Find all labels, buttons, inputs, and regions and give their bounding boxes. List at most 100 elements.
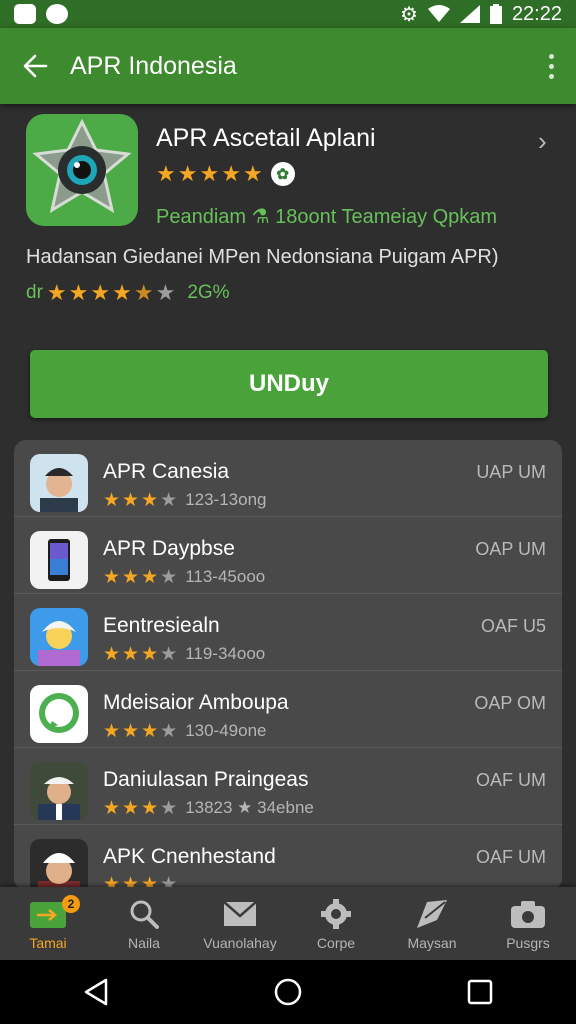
nav-tab-mail[interactable]: Vuanolahay xyxy=(192,887,288,960)
app-name: APR Ascetail Aplani xyxy=(156,124,376,152)
nav-tab-camera[interactable]: Pusgrs xyxy=(480,887,576,960)
list-item[interactable]: Daniulasan Praingeas ★ ★ ★ ★ 13823 ★ 34ebne… xyxy=(14,748,562,825)
person-hat-icon xyxy=(30,762,88,820)
star-empty-icon: ★ xyxy=(160,489,178,511)
list-item-status: OAF U5 xyxy=(480,616,546,636)
list-item-title: APR Canesia xyxy=(103,460,230,483)
nav-label: Vuanolahay xyxy=(203,934,277,951)
circle-home-icon xyxy=(274,978,302,1006)
star-empty-icon: ★ xyxy=(160,643,178,665)
star-empty-icon: ★ xyxy=(155,280,176,305)
star-icon: ★ xyxy=(141,720,159,742)
star-empty-icon: ★ xyxy=(160,797,178,819)
person-white-cap-icon xyxy=(30,839,88,890)
back-button[interactable] xyxy=(0,28,70,104)
gear-icon xyxy=(316,897,356,931)
star-icon: ★ xyxy=(141,566,159,588)
rating-percent: 2G% xyxy=(187,282,230,303)
star-icon: ★ xyxy=(122,566,140,588)
nav-label: Pusgrs xyxy=(506,934,550,951)
app-rating-stars: ★ ★ ★ ★ ★ ✿ xyxy=(156,162,295,186)
star-icon: ★ xyxy=(122,643,140,665)
mail-icon xyxy=(220,897,260,931)
star-icon: ★ xyxy=(103,720,121,742)
triangle-back-icon xyxy=(84,978,108,1006)
notification-clock-icon xyxy=(46,4,68,24)
nav-label: Tamai xyxy=(29,934,67,951)
person-cap-icon xyxy=(30,454,88,512)
star-icon: ★ xyxy=(141,643,159,665)
camera-icon xyxy=(508,897,548,931)
star-icon: ★ xyxy=(122,797,140,819)
nav-tab-maysan[interactable]: Maysan xyxy=(384,887,480,960)
nav-tab-home[interactable]: 2 Tamai xyxy=(0,887,96,960)
list-item-title: APK Cnenhestand xyxy=(103,845,276,868)
battery-icon xyxy=(489,4,502,24)
nav-label: Corpe xyxy=(316,934,356,951)
bottom-navigation: 2 Tamai Naila Vuanolahay Corpe Maysan Pu… xyxy=(0,887,576,960)
system-recents-button[interactable] xyxy=(450,962,510,1022)
chevron-right-icon[interactable]: › xyxy=(538,126,547,157)
nav-tab-settings[interactable]: Corpe xyxy=(288,887,384,960)
smartphone-icon xyxy=(30,531,88,589)
list-item-subtitle: 130-49one xyxy=(185,721,267,740)
app-meta-info: Peandiam ⚗ 18oont Teameiay Qpkam xyxy=(156,206,498,228)
arrow-icon xyxy=(412,897,452,931)
notification-badge: 2 xyxy=(62,895,80,913)
star-icon: ★ xyxy=(122,720,140,742)
avatar-cartoon-icon xyxy=(30,608,88,666)
status-bar: ⚙ 22:22 xyxy=(0,0,576,28)
star-empty-icon: ★ xyxy=(160,566,178,588)
star-icon: ★ xyxy=(68,280,89,305)
verified-badge-icon: ✿ xyxy=(270,162,295,186)
list-item-status: OAP OM xyxy=(474,693,546,713)
chat-bubble-icon xyxy=(30,685,88,743)
app-logo-icon xyxy=(26,114,138,226)
list-item-title: APR Daypbse xyxy=(103,537,235,560)
nav-tab-search[interactable]: Naila xyxy=(96,887,192,960)
star-empty-icon: ★ xyxy=(160,720,178,742)
system-home-button[interactable] xyxy=(258,962,318,1022)
related-apps-list: APR Canesia ★ ★ ★ ★ 123-13ong UAP UM APR Da… xyxy=(14,440,562,890)
star-icon: ★ xyxy=(103,797,121,819)
wifi-icon xyxy=(427,5,450,22)
list-item-title: Mdeisaior Amboupa xyxy=(103,691,289,714)
star-icon: ★ xyxy=(90,280,111,305)
list-item-status: UAP UM xyxy=(476,462,546,482)
star-icon: ★ xyxy=(242,161,263,186)
star-icon: ★ xyxy=(141,797,159,819)
app-description: Hadansan Giedanei MPen Nedonsiana Puigam… xyxy=(26,246,499,268)
back-arrow-icon xyxy=(23,54,48,78)
star-icon: ★ xyxy=(177,161,198,186)
list-item-title: Eentresiealn xyxy=(103,614,220,637)
list-item-status: OAF UM xyxy=(476,770,546,790)
star-icon: ★ xyxy=(103,489,121,511)
list-item-status: OAP UM xyxy=(475,539,546,559)
list-item-rating: ★ ★ ★ ★ 13823 ★ 34ebne xyxy=(103,798,314,818)
star-icon: ★ xyxy=(156,161,176,186)
app-bar: APR Indonesia xyxy=(0,28,576,104)
star-icon: ★ xyxy=(112,280,132,305)
rating-prefix: dr xyxy=(26,282,43,303)
star-icon: ★ xyxy=(221,161,241,186)
overflow-menu-button[interactable] xyxy=(526,28,576,104)
rating-summary: dr ★ ★ ★ ★ ★ ★ 2G% xyxy=(26,282,230,304)
list-item-title: Daniulasan Praingeas xyxy=(103,768,309,791)
nav-label: Maysan xyxy=(407,934,457,951)
list-item[interactable]: APR Daypbse ★ ★ ★ ★ 113-45ooo OAP UM xyxy=(14,517,562,594)
settings-status-icon: ⚙ xyxy=(400,3,418,26)
list-item[interactable]: Mdeisaior Amboupa ★ ★ ★ ★ 130-49one OAP OM xyxy=(14,671,562,748)
system-navigation-bar xyxy=(0,960,576,1024)
square-recents-icon xyxy=(467,979,493,1005)
list-item[interactable]: APR Canesia ★ ★ ★ ★ 123-13ong UAP UM xyxy=(14,440,562,517)
signal-icon xyxy=(459,5,480,23)
list-item[interactable]: APK Cnenhestand ★ ★ ★ ★ OAF UM xyxy=(14,825,562,890)
system-back-button[interactable] xyxy=(66,962,126,1022)
list-item-rating: ★ ★ ★ ★ 123-13ong xyxy=(103,490,267,510)
list-item[interactable]: Eentresiealn ★ ★ ★ ★ 119-34ooo OAF U5 xyxy=(14,594,562,671)
list-item-rating: ★ ★ ★ ★ 130-49one xyxy=(103,721,267,741)
list-item-rating: ★ ★ ★ ★ 119-34ooo xyxy=(103,644,265,664)
list-item-subtitle: 119-34ooo xyxy=(185,644,266,663)
install-button[interactable]: UNDuy xyxy=(30,350,548,418)
star-icon: ★ xyxy=(103,643,121,665)
